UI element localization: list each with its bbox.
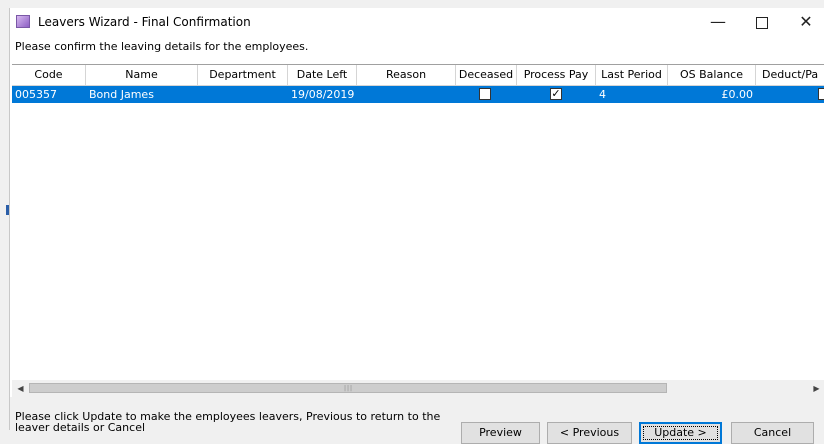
wizard-app-icon	[16, 15, 30, 28]
leavers-grid[interactable]: Code Name Department Date Left Reason De…	[12, 64, 824, 379]
column-header-reason[interactable]: Reason	[357, 65, 456, 85]
deceased-checkbox[interactable]	[479, 88, 491, 100]
column-header-deduct-pay[interactable]: Deduct/Pa	[756, 65, 824, 85]
update-button[interactable]: Update >	[639, 422, 722, 444]
cell-name: Bond James	[89, 88, 154, 101]
column-header-os-balance[interactable]: OS Balance	[668, 65, 756, 85]
deduct-pay-checkbox[interactable]	[818, 88, 824, 100]
scroll-right-icon[interactable]: ▶	[808, 380, 824, 397]
column-header-code[interactable]: Code	[12, 65, 86, 85]
close-button[interactable]: ✕	[784, 8, 824, 36]
horizontal-scrollbar[interactable]: ◀ ||| ▶	[12, 380, 824, 397]
focus-rect	[643, 426, 718, 440]
window-title: Leavers Wizard - Final Confirmation	[38, 15, 251, 29]
cell-reason	[357, 86, 456, 103]
grid-header-row: Code Name Department Date Left Reason De…	[12, 65, 824, 86]
cell-os-balance: £0.00	[721, 88, 754, 101]
column-header-date-left[interactable]: Date Left	[288, 65, 357, 85]
cell-department	[198, 86, 288, 103]
preview-button[interactable]: Preview	[461, 422, 540, 444]
title-bar[interactable]: Leavers Wizard - Final Confirmation — ✕	[10, 8, 824, 36]
cell-last-period: 4	[599, 88, 606, 101]
cell-code: 005357	[15, 88, 57, 101]
footer: Please click Update to make the employee…	[10, 397, 824, 444]
table-row[interactable]: 005357 Bond James 19/08/2019 ✓ 4 £0.00	[12, 86, 824, 103]
cell-date-left: 19/08/2019	[291, 88, 355, 101]
column-header-name[interactable]: Name	[86, 65, 198, 85]
scrollbar-thumb[interactable]: |||	[29, 383, 667, 393]
process-pay-checkbox[interactable]: ✓	[550, 88, 562, 100]
column-header-last-period[interactable]: Last Period	[596, 65, 668, 85]
scrollbar-grip: |||	[344, 385, 354, 392]
minimize-button[interactable]: —	[696, 8, 740, 36]
maximize-button[interactable]	[740, 8, 784, 36]
column-header-department[interactable]: Department	[198, 65, 288, 85]
leavers-wizard-window: Leavers Wizard - Final Confirmation — ✕ …	[9, 8, 824, 444]
close-icon: ✕	[799, 12, 813, 31]
column-header-process-pay[interactable]: Process Pay	[517, 65, 596, 85]
background-strip	[0, 0, 824, 8]
instruction-text: Please confirm the leaving details for t…	[15, 40, 309, 53]
maximize-icon	[756, 16, 768, 29]
previous-button[interactable]: < Previous	[547, 422, 632, 444]
scroll-left-icon[interactable]: ◀	[12, 380, 29, 397]
minimize-icon: —	[710, 12, 726, 31]
column-header-deceased[interactable]: Deceased	[456, 65, 517, 85]
cancel-button[interactable]: Cancel	[731, 422, 814, 444]
